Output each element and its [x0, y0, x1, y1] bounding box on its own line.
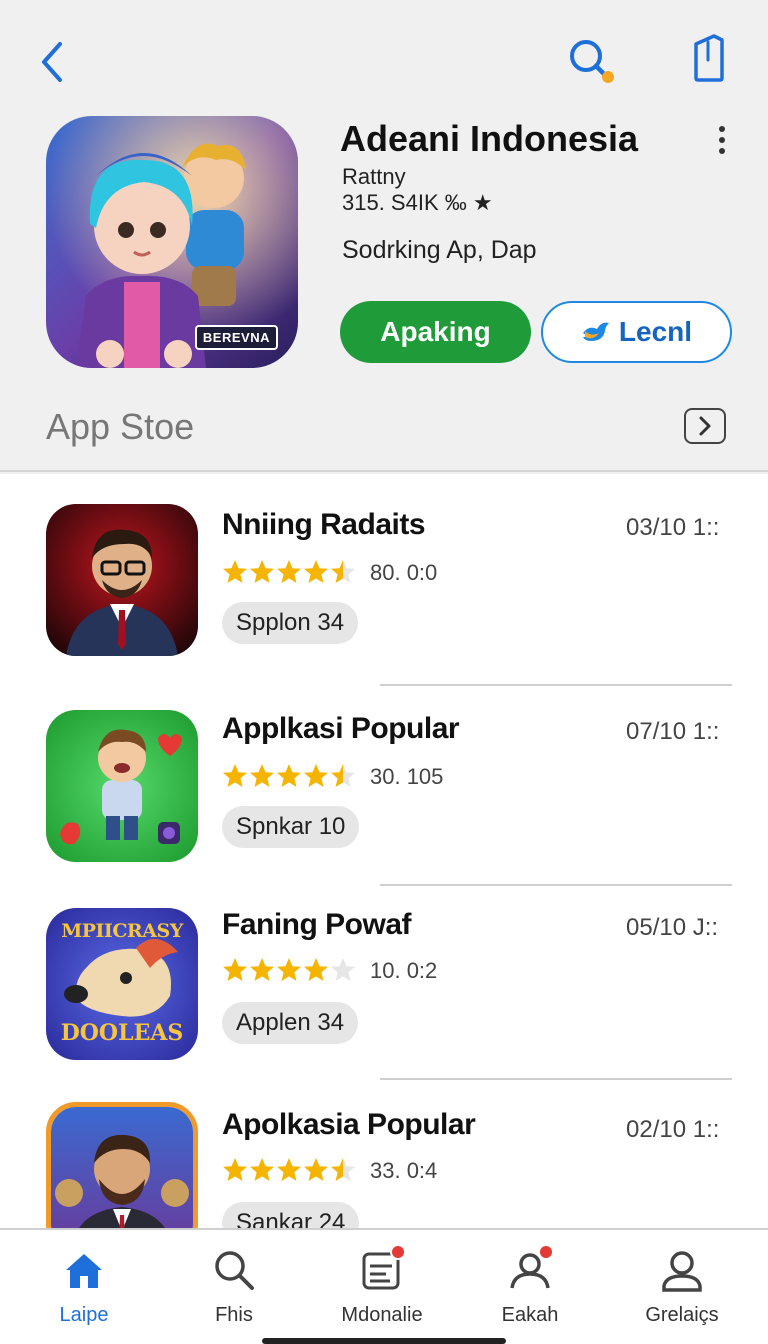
- app-title: Adeani Indonesia: [340, 118, 639, 159]
- cartoon-boy-artwork: [46, 710, 198, 862]
- news-icon: [360, 1244, 406, 1292]
- list-item-tag[interactable]: Spplon 34: [222, 602, 359, 644]
- app-icon[interactable]: BEREVNA: [46, 116, 298, 368]
- list-item-date: 07/10 1::: [626, 718, 720, 745]
- notification-badge: [390, 1244, 406, 1260]
- home-indicator: [262, 1338, 506, 1344]
- secondary-action-button[interactable]: Lecnl: [541, 301, 732, 363]
- tab-news[interactable]: Mdonalie: [322, 1244, 442, 1332]
- section-title: App Stoe: [46, 406, 195, 447]
- share-button[interactable]: [684, 30, 732, 86]
- bearded-man-artwork: [51, 1107, 193, 1228]
- list-item-title: Faning Powaf: [222, 908, 412, 941]
- list-item[interactable]: Nniing Radaits 03/10 1:: 80. 0:0 Spplon …: [0, 474, 768, 674]
- list-item-title: Apolkasia Popular: [222, 1108, 476, 1141]
- person-icon: [660, 1248, 704, 1292]
- tab-home[interactable]: Laipe: [24, 1248, 144, 1332]
- businessman-artwork: [46, 504, 198, 656]
- primary-action-button[interactable]: Apaking: [340, 301, 531, 363]
- tab-label: Mdonalie: [341, 1304, 423, 1326]
- star-icon: [277, 560, 301, 583]
- star-rating: [222, 1156, 357, 1184]
- tab-label: Eakah: [501, 1304, 559, 1326]
- list-item-rating: 33. 0:4: [370, 1158, 438, 1183]
- star-icon: [223, 560, 247, 583]
- tab-account[interactable]: Grelaiçs: [622, 1248, 742, 1332]
- star-icon: [250, 560, 274, 583]
- list-item-date: 03/10 1::: [626, 514, 720, 541]
- tab-label: Grelaiçs: [645, 1304, 719, 1326]
- list-item[interactable]: Applkasi Popular 07/10 1:: 30. 105 Spnka…: [0, 684, 768, 884]
- star-icon: [277, 1158, 301, 1181]
- list-item-rating: 80. 0:0: [370, 560, 438, 585]
- star-icon: [250, 764, 274, 787]
- back-button[interactable]: [30, 36, 74, 88]
- list-item-icon: MPIICRASY DOOLEAS: [46, 908, 198, 1060]
- list-item-tag[interactable]: Applen 34: [222, 1002, 359, 1044]
- star-icon: [304, 764, 328, 787]
- search-icon: [212, 1248, 256, 1292]
- list-item-date: 05/10 J::: [626, 914, 719, 941]
- icon-text-bottom: DOOLEAS: [60, 1020, 184, 1046]
- app-icon-badge: BEREVNA: [194, 325, 278, 350]
- list-item-rating: 30. 105: [370, 764, 444, 789]
- star-rating: [222, 762, 357, 790]
- home-icon: [62, 1248, 106, 1292]
- star-icon: [277, 958, 301, 981]
- more-dot: [719, 126, 725, 132]
- list-item-icon: [46, 504, 198, 656]
- list-item-title: Nniing Radaits: [222, 508, 426, 541]
- star-icon: [223, 958, 247, 981]
- star-icon: [304, 560, 328, 583]
- tab-label: Laipe: [59, 1304, 109, 1326]
- more-dot: [719, 137, 725, 143]
- star-icon: [304, 1158, 328, 1181]
- star-icon: [331, 1158, 355, 1181]
- list-item-icon: [46, 1102, 198, 1228]
- star-icon: [304, 958, 328, 981]
- search-button[interactable]: [562, 34, 622, 90]
- star-icon: [331, 958, 355, 981]
- star-icon: [223, 764, 247, 787]
- tab-profile-alert[interactable]: Eakah: [470, 1244, 590, 1332]
- rating-value: 315. S4IK ‰ ★: [342, 190, 493, 215]
- star-rating: [222, 956, 357, 984]
- secondary-action-label: Lecnl: [618, 316, 693, 347]
- list-item[interactable]: Apolkasia Popular 02/10 1:: 33. 0:4 Sank…: [0, 1078, 768, 1228]
- star-icon: [223, 1158, 247, 1181]
- list-item-title: Applkasi Popular: [222, 712, 460, 745]
- more-options-button[interactable]: [708, 122, 736, 158]
- section-more-button[interactable]: [684, 408, 726, 444]
- list-item-icon: [46, 710, 198, 862]
- star-icon: [331, 764, 355, 787]
- star-rating: [222, 558, 357, 586]
- tab-search[interactable]: Fhis: [174, 1248, 294, 1332]
- list-item-tag[interactable]: Spnkar 10: [222, 806, 360, 848]
- share-icon: [694, 34, 724, 82]
- top-bar: [0, 0, 768, 110]
- app-list: Nniing Radaits 03/10 1:: 80. 0:0 Spplon …: [0, 474, 768, 1228]
- more-dot: [719, 148, 725, 154]
- profile-alert-icon: [508, 1244, 554, 1292]
- chevron-left-icon: [42, 42, 62, 82]
- bird-icon: [582, 322, 609, 341]
- star-icon: [277, 764, 301, 787]
- tab-label: Fhis: [215, 1304, 253, 1326]
- icon-text-top: MPIICRASY: [61, 920, 183, 942]
- star-icon: [250, 958, 274, 981]
- notification-badge: [538, 1244, 554, 1260]
- app-header: BEREVNA Adeani Indonesia Rattny 315. S4I…: [0, 110, 768, 390]
- bottom-navigation: Laipe Fhis Mdonalie Eakah Grelaiçs: [0, 1228, 768, 1344]
- rating-label: Rattny: [342, 164, 406, 189]
- list-item-date: 02/10 1::: [626, 1116, 720, 1143]
- list-item-tag[interactable]: Sankar 24: [222, 1202, 360, 1228]
- app-subtitle: Sodrking Ap, Dap: [342, 236, 537, 264]
- list-item-rating: 10. 0:2: [370, 958, 438, 983]
- star-icon: [331, 560, 355, 583]
- search-icon: [570, 40, 614, 83]
- section-header: App Stoe: [0, 390, 768, 472]
- chevron-right-icon: [699, 416, 711, 436]
- list-item[interactable]: MPIICRASY DOOLEAS Faning Powaf 05/10 J::…: [0, 884, 768, 1084]
- star-icon: [250, 1158, 274, 1181]
